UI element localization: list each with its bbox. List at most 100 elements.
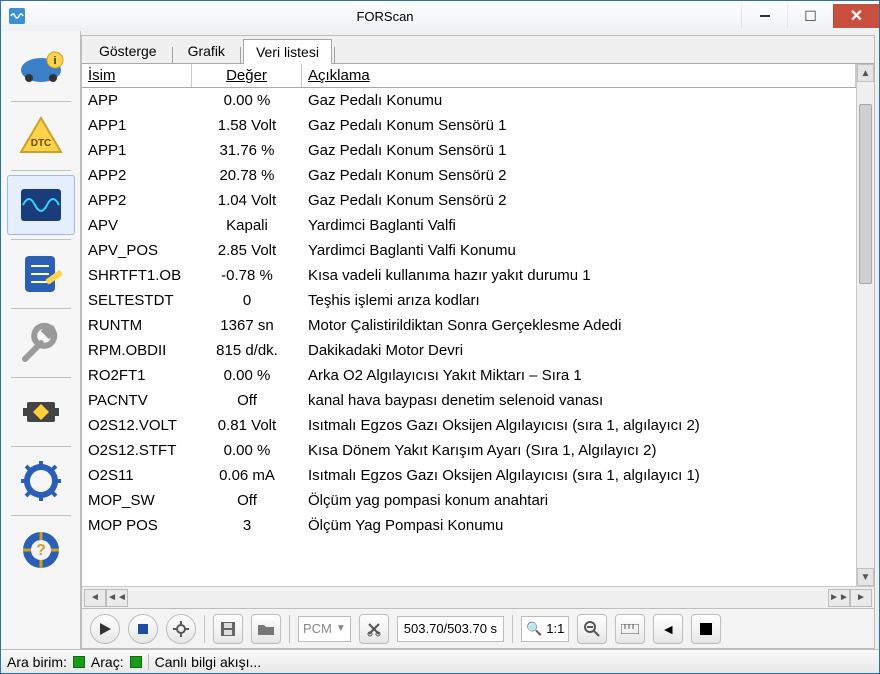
cell-value: Off — [192, 392, 302, 409]
cell-value: Kapali — [192, 217, 302, 234]
save-button[interactable] — [213, 614, 243, 644]
cell-name: APP2 — [82, 167, 192, 184]
marker-color-button[interactable] — [691, 614, 721, 644]
cell-value: 3 — [192, 517, 302, 534]
minimize-button[interactable] — [741, 4, 787, 28]
cell-name: RO2FT1 — [82, 367, 192, 384]
sidebar-live-data[interactable] — [7, 175, 75, 235]
cell-desc: Motor Çalistirildiktan Sonra Gerçeklesme… — [302, 317, 856, 334]
table-row[interactable]: APP0.00 %Gaz Pedalı Konumu — [82, 88, 856, 113]
cell-name: APP — [82, 92, 192, 109]
sidebar-config[interactable] — [7, 382, 75, 442]
table-row[interactable]: MOP POS3Ölçüm Yag Pompasi Konumu — [82, 513, 856, 538]
sidebar-vehicle-info[interactable]: i — [7, 37, 75, 97]
cell-desc: Dakikadaki Motor Devri — [302, 342, 856, 359]
module-selector[interactable]: PCM ▼ — [298, 616, 351, 642]
cell-value: 0.00 % — [192, 442, 302, 459]
table-row[interactable]: PACNTVOffkanal hava baypası denetim sele… — [82, 388, 856, 413]
table-row[interactable]: MOP_SWOffÖlçüm yag pompasi konum anahtar… — [82, 488, 856, 513]
cell-name: APP1 — [82, 142, 192, 159]
vertical-scrollbar[interactable]: ▲ ▼ — [856, 64, 874, 586]
tab-data-list[interactable]: Veri listesi — [243, 39, 332, 64]
sidebar-dtc[interactable]: DTC — [7, 106, 75, 166]
sidebar-separator — [11, 515, 71, 516]
cell-value: 0 — [192, 292, 302, 309]
col-desc[interactable]: Açıklama — [302, 64, 856, 87]
table-row[interactable]: SELTESTDT0Teşhis işlemi arıza kodları — [82, 288, 856, 313]
cell-name: APV — [82, 217, 192, 234]
maximize-button[interactable]: ☐ — [787, 4, 833, 28]
table-row[interactable]: APVKapaliYardimci Baglanti Valfi — [82, 213, 856, 238]
main-panel: Gösterge Grafik Veri listesi İsim Değer … — [81, 35, 875, 649]
col-name[interactable]: İsim — [82, 64, 192, 87]
open-button[interactable] — [251, 614, 281, 644]
table-row[interactable]: APP131.76 %Gaz Pedalı Konum Sensörü 1 — [82, 138, 856, 163]
sidebar-settings[interactable] — [7, 451, 75, 511]
table-row[interactable]: O2S12.STFT0.00 %Kısa Dönem Yakıt Karışım… — [82, 438, 856, 463]
table-row[interactable]: RO2FT10.00 %Arka O2 Algılayıcısı Yakıt M… — [82, 363, 856, 388]
cell-name: APV_POS — [82, 242, 192, 259]
time-display: 503.70/503.70 s — [397, 616, 504, 642]
cell-desc: Gaz Pedalı Konum Sensörü 2 — [302, 167, 856, 184]
cell-name: RUNTM — [82, 317, 192, 334]
cell-desc: kanal hava baypası denetim selenoid vana… — [302, 392, 856, 409]
cell-value: 0.81 Volt — [192, 417, 302, 434]
zoom-1-1-button[interactable]: 🔍 1:1 — [521, 616, 569, 642]
cell-value: 1367 sn — [192, 317, 302, 334]
scroll-thumb[interactable] — [859, 104, 872, 284]
cell-desc: Gaz Pedalı Konum Sensörü 2 — [302, 192, 856, 209]
cell-name: RPM.OBDII — [82, 342, 192, 359]
stop-button[interactable] — [128, 614, 158, 644]
table-row[interactable]: APP220.78 %Gaz Pedalı Konum Sensörü 2 — [82, 163, 856, 188]
tab-graph[interactable]: Grafik — [175, 38, 238, 63]
sidebar-tests[interactable] — [7, 244, 75, 304]
sidebar-service[interactable] — [7, 313, 75, 373]
close-button[interactable]: ✕ — [833, 4, 879, 28]
cell-desc: Isıtmalı Egzos Gazı Oksijen Algılayıcısı… — [302, 417, 856, 434]
data-grid: İsim Değer Açıklama APP0.00 %Gaz Pedalı … — [82, 64, 856, 586]
cell-name: APP2 — [82, 192, 192, 209]
tab-gauge[interactable]: Gösterge — [86, 38, 170, 63]
cell-desc: Gaz Pedalı Konum Sensörü 1 — [302, 117, 856, 134]
cell-name: O2S12.VOLT — [82, 417, 192, 434]
nav-fast-back-icon[interactable]: ◄◄ — [106, 589, 128, 607]
cell-desc: Isıtmalı Egzos Gazı Oksijen Algılayıcısı… — [302, 467, 856, 484]
scroll-down-icon[interactable]: ▼ — [857, 568, 874, 586]
ruler-button[interactable] — [615, 614, 645, 644]
cell-desc: Yardimci Baglanti Valfi — [302, 217, 856, 234]
window-title: FORScan — [29, 9, 741, 24]
nav-first-icon[interactable]: ◄ — [84, 589, 106, 607]
sidebar-separator — [11, 101, 71, 102]
scroll-up-icon[interactable]: ▲ — [857, 64, 874, 82]
cut-button[interactable] — [359, 614, 389, 644]
cell-name: PACNTV — [82, 392, 192, 409]
sidebar-separator — [11, 170, 71, 171]
table-row[interactable]: RUNTM1367 snMotor Çalistirildiktan Sonra… — [82, 313, 856, 338]
sidebar: i DTC — [1, 31, 81, 649]
zoom-in-icon: 🔍 — [526, 621, 542, 637]
sidebar-help[interactable]: ? — [7, 520, 75, 580]
cell-desc: Gaz Pedalı Konumu — [302, 92, 856, 109]
zoom-out-button[interactable] — [577, 614, 607, 644]
cell-name: SELTESTDT — [82, 292, 192, 309]
table-row[interactable]: APP11.58 VoltGaz Pedalı Konum Sensörü 1 — [82, 113, 856, 138]
cell-name: O2S11 — [82, 467, 192, 484]
svg-text:i: i — [53, 55, 56, 67]
table-row[interactable]: O2S12.VOLT0.81 VoltIsıtmalı Egzos Gazı O… — [82, 413, 856, 438]
sidebar-separator — [11, 446, 71, 447]
table-row[interactable]: RPM.OBDII815 d/dk.Dakikadaki Motor Devri — [82, 338, 856, 363]
table-row[interactable]: APV_POS2.85 VoltYardimci Baglanti Valfi … — [82, 238, 856, 263]
nav-last-icon[interactable]: ► — [850, 589, 872, 607]
table-row[interactable]: APP21.04 VoltGaz Pedalı Konum Sensörü 2 — [82, 188, 856, 213]
settings-button[interactable] — [166, 614, 196, 644]
col-value[interactable]: Değer — [192, 64, 302, 87]
status-vehicle-label: Araç: — [91, 654, 124, 670]
nav-fast-fwd-icon[interactable]: ►► — [828, 589, 850, 607]
marker-prev-button[interactable]: ◄ — [653, 614, 683, 644]
cell-value: 0.06 mA — [192, 467, 302, 484]
cell-name: APP1 — [82, 117, 192, 134]
play-button[interactable] — [90, 614, 120, 644]
table-row[interactable]: O2S110.06 mAIsıtmalı Egzos Gazı Oksijen … — [82, 463, 856, 488]
cell-value: 2.85 Volt — [192, 242, 302, 259]
table-row[interactable]: SHRTFT1.OB-0.78 %Kısa vadeli kullanıma h… — [82, 263, 856, 288]
